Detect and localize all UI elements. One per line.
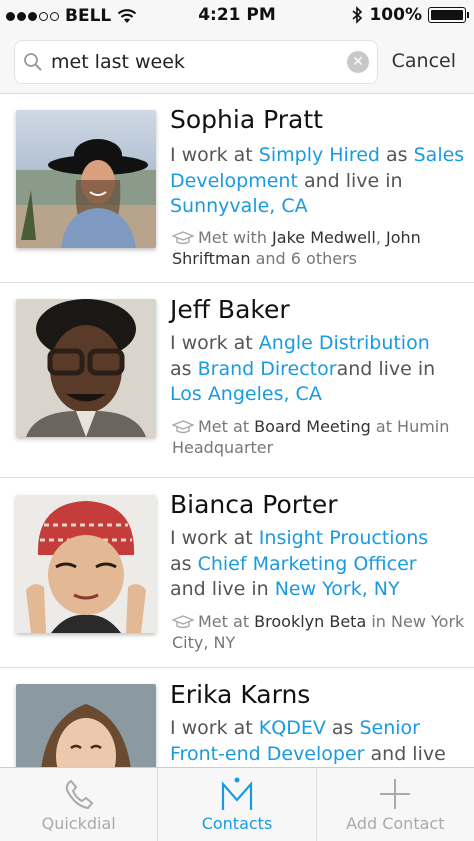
tab-label: Contacts: [201, 814, 273, 833]
company-link[interactable]: Simply Hired: [259, 144, 380, 166]
bluetooth-icon: [352, 6, 363, 24]
clear-search-icon[interactable]: ✕: [347, 51, 369, 73]
contact-bio: I work at Angle Distribution as Brand Dir…: [170, 331, 466, 408]
avatar: [16, 495, 156, 633]
location-link[interactable]: New York, NY: [275, 578, 400, 600]
bio-text: I work at: [170, 144, 259, 166]
met-info: Met at Brooklyn Beta in New York City, N…: [172, 611, 466, 653]
met-person: Jake Medwell: [272, 228, 376, 247]
tab-add-contact[interactable]: Add Contact: [317, 768, 474, 841]
search-bar: ✕ Cancel: [0, 32, 474, 94]
avatar: [16, 110, 156, 248]
contact-row[interactable]: Erika Karns I work at KQDEV as Senior Fr…: [0, 668, 474, 767]
contact-bio: I work at Simply Hired as Sales Developm…: [170, 143, 466, 220]
bio-text: I work at: [170, 332, 259, 354]
company-link[interactable]: Angle Distribution: [259, 332, 430, 354]
contact-bio: I work at Insight Prouctions as Chief Ma…: [170, 526, 466, 603]
met-text: Met with: [198, 228, 273, 247]
company-link[interactable]: Insight Prouctions: [259, 527, 428, 549]
status-bar: BELL 4:21 PM 100%: [0, 0, 474, 32]
contact-name: Jeff Baker: [170, 295, 290, 324]
contact-row[interactable]: Bianca Porter I work at Insight Prouctio…: [0, 478, 474, 668]
cancel-button[interactable]: Cancel: [392, 50, 456, 72]
battery-icon: [428, 7, 469, 23]
contact-row[interactable]: Jeff Baker I work at Angle Distribution a…: [0, 283, 474, 478]
bio-text: as: [170, 357, 198, 380]
met-info: Met with Jake Medwell, John Shriftman an…: [172, 227, 466, 269]
bio-text: as: [379, 144, 414, 166]
tab-contacts[interactable]: Contacts: [158, 768, 317, 841]
contact-name: Bianca Porter: [170, 490, 338, 519]
met-text: ,: [375, 228, 386, 247]
company-link[interactable]: KQDEV: [259, 717, 326, 739]
graduation-cap-icon: [172, 615, 194, 629]
phone-icon: [65, 779, 94, 810]
bio-text: and live in: [170, 578, 275, 600]
bio-text: and live in: [297, 169, 403, 192]
status-right: 100%: [351, 5, 469, 25]
role-link[interactable]: Chief Marketing Officer: [198, 553, 417, 575]
bio-text: I work at: [170, 717, 259, 739]
bio-text: I work at: [170, 527, 259, 549]
contact-list: Sophia Pratt I work at Simply Hired as S…: [0, 95, 474, 767]
met-event: Board Meeting: [254, 417, 371, 436]
search-box[interactable]: ✕: [14, 40, 378, 84]
plus-icon: [380, 779, 411, 809]
tab-label: Add Contact: [346, 814, 445, 833]
humin-logo-icon: [221, 777, 253, 810]
tab-bar: Quickdial Contacts Add Contact: [0, 767, 474, 841]
tab-label: Quickdial: [41, 814, 116, 833]
met-info: Met at Board Meeting at Humin Headquarte…: [172, 416, 466, 458]
bio-text: and live in: [336, 357, 436, 380]
location-link[interactable]: Los Angeles, CA: [170, 383, 322, 405]
role-link[interactable]: Brand Director: [198, 358, 337, 380]
contact-row[interactable]: Sophia Pratt I work at Simply Hired as S…: [0, 95, 474, 283]
avatar: [16, 684, 156, 767]
met-text: Met at: [198, 612, 255, 631]
search-icon: [24, 53, 42, 71]
bio-text: and live: [364, 742, 446, 765]
graduation-cap-icon: [172, 231, 194, 245]
contact-name: Erika Karns: [170, 680, 311, 709]
tab-quickdial[interactable]: Quickdial: [0, 768, 159, 841]
avatar: [16, 299, 156, 437]
met-text: Met at: [198, 417, 255, 436]
location-link[interactable]: Sunnyvale, CA: [170, 195, 308, 217]
met-text: and 6 others: [250, 249, 357, 268]
graduation-cap-icon: [172, 420, 194, 434]
bio-text: as: [325, 717, 360, 739]
met-event: Brooklyn Beta: [254, 612, 367, 631]
battery-percent: 100%: [369, 5, 422, 25]
contact-bio: I work at KQDEV as Senior Front-end Deve…: [170, 716, 466, 767]
contact-name: Sophia Pratt: [170, 105, 323, 134]
bio-text: as: [170, 552, 198, 575]
search-input[interactable]: [51, 51, 347, 73]
